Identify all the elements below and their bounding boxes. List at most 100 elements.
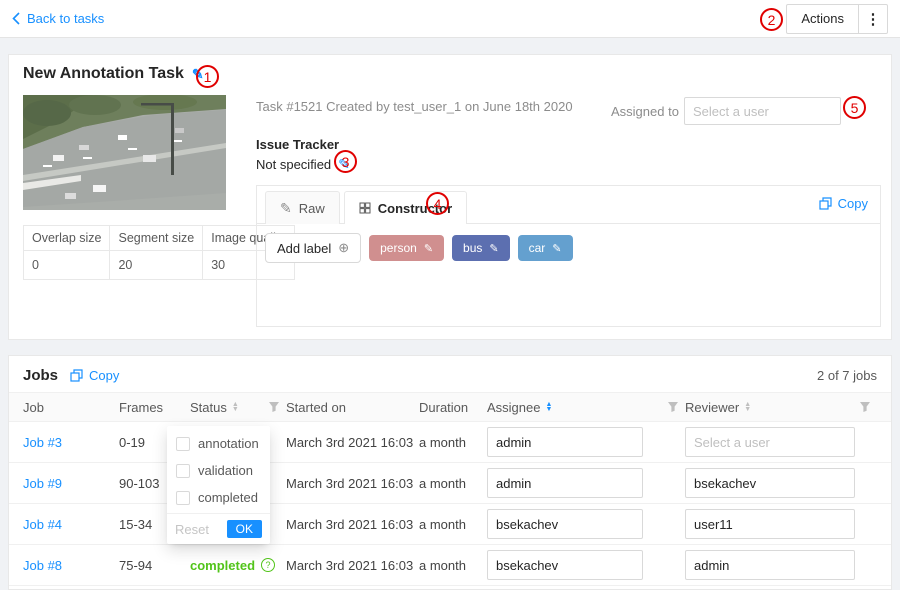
caret-down-icon: ▼ [744, 407, 751, 412]
column-status[interactable]: Status ▲▼ [190, 400, 286, 415]
param-header-overlap: Overlap size [24, 226, 110, 251]
status-filter-icon[interactable] [268, 401, 280, 413]
task-parameters-table: Overlap size Segment size Image quality … [23, 225, 295, 280]
task-title-row: New Annotation Task ✎ [23, 65, 204, 83]
filter-reset-button[interactable]: Reset [175, 522, 209, 537]
job-link[interactable]: Job #8 [23, 558, 119, 573]
job-started: March 3rd 2021 16:03 [286, 476, 419, 491]
job-started: March 3rd 2021 16:03 [286, 558, 419, 573]
job-reviewer-input[interactable] [685, 550, 855, 580]
assigned-to-label: Assigned to [611, 104, 679, 119]
label-badge-bus[interactable]: bus ✎ [452, 235, 510, 261]
param-header-segment: Segment size [110, 226, 203, 251]
actions-button[interactable]: Actions ⋮ [786, 4, 888, 34]
add-label-text: Add label [277, 241, 331, 256]
filter-option-annotation[interactable]: annotation [167, 430, 270, 457]
jobs-title: Jobs [23, 367, 58, 384]
task-meta-text: Task #1521 Created by test_user_1 on Jun… [256, 99, 573, 114]
job-link[interactable]: Job #3 [23, 435, 119, 450]
copy-jobs-link[interactable]: Copy [70, 368, 119, 383]
add-label-button[interactable]: Add label ⊕ [265, 233, 361, 263]
job-started: March 3rd 2021 16:03 [286, 517, 419, 532]
label-name: bus [463, 241, 482, 255]
label-badge-car[interactable]: car ✎ [518, 235, 573, 261]
tab-raw[interactable]: ✎ Raw [265, 191, 340, 224]
edit-title-icon[interactable]: ✎ [192, 66, 204, 83]
more-vertical-icon[interactable]: ⋮ [859, 5, 887, 33]
copy-labels-label: Copy [838, 196, 868, 211]
edit-label-icon[interactable]: ✎ [424, 242, 433, 255]
column-status-label: Status [190, 400, 227, 415]
column-frames: Frames [119, 400, 190, 415]
page-title: New Annotation Task [23, 65, 184, 83]
filter-option-validation[interactable]: validation [167, 457, 270, 484]
label-name: person [380, 241, 417, 255]
job-duration: a month [419, 517, 487, 532]
job-status: completed [190, 558, 255, 573]
jobs-count: 2 of 7 jobs [817, 368, 877, 383]
checkbox[interactable] [176, 491, 190, 505]
task-page: Back to tasks Actions ⋮ New Annotation T… [0, 0, 900, 590]
task-preview-image [23, 95, 226, 210]
job-link[interactable]: Job #4 [23, 517, 119, 532]
label-name: car [529, 241, 546, 255]
top-bar: Back to tasks Actions ⋮ [0, 0, 900, 38]
question-circle-icon[interactable]: ? [261, 558, 275, 572]
param-value-segment: 20 [110, 251, 203, 280]
job-assignee-input[interactable] [487, 468, 643, 498]
plus-circle-icon: ⊕ [338, 240, 349, 256]
assignee-filter-icon[interactable] [667, 401, 679, 413]
edit-label-icon[interactable]: ✎ [489, 242, 498, 255]
job-reviewer-input[interactable] [685, 509, 855, 539]
column-assignee[interactable]: Assignee ▲▼ [487, 400, 685, 415]
filter-ok-button[interactable]: OK [227, 520, 262, 538]
column-reviewer-label: Reviewer [685, 400, 739, 415]
filter-option-label: completed [198, 490, 258, 505]
filter-option-completed[interactable]: completed [167, 484, 270, 511]
job-reviewer-input[interactable] [685, 468, 855, 498]
table-row: Job #4 15-34 March 3rd 2021 16:03 a mont… [9, 504, 891, 545]
tab-constructor[interactable]: Constructor [344, 191, 467, 224]
task-assignee-input[interactable] [684, 97, 841, 125]
job-duration: a month [419, 435, 487, 450]
sort-carets[interactable]: ▲▼ [545, 402, 552, 412]
checkbox[interactable] [176, 464, 190, 478]
job-reviewer-input[interactable] [685, 427, 855, 457]
table-row: Job #9 90-103 March 3rd 2021 16:03 a mon… [9, 463, 891, 504]
job-assignee-input[interactable] [487, 550, 643, 580]
jobs-table-header: Job Frames Status ▲▼ Started on Duration… [9, 392, 891, 422]
column-reviewer[interactable]: Reviewer ▲▼ [685, 400, 877, 415]
caret-down-icon: ▼ [232, 407, 239, 412]
back-to-tasks-link[interactable]: Back to tasks [12, 11, 104, 26]
reviewer-filter-icon[interactable] [859, 401, 871, 413]
copy-labels-link[interactable]: Copy [819, 196, 868, 211]
sort-carets[interactable]: ▲▼ [232, 402, 239, 412]
jobs-card: Jobs Copy 2 of 7 jobs Job Frames Status … [8, 355, 892, 590]
column-duration: Duration [419, 400, 487, 415]
raw-edit-icon: ✎ [280, 200, 292, 217]
copy-icon [819, 197, 832, 210]
status-filter-dropdown: annotation validation completed Reset OK [167, 426, 270, 544]
table-row: Job #8 75-94 completed ? March 3rd 2021 … [9, 545, 891, 586]
issue-tracker-value: Not specified [256, 157, 331, 172]
chevron-left-icon [12, 12, 20, 25]
tab-raw-label: Raw [299, 201, 325, 216]
job-frames: 75-94 [119, 558, 190, 573]
job-assignee-input[interactable] [487, 509, 643, 539]
filter-footer: Reset OK [167, 513, 270, 544]
task-details-card: New Annotation Task ✎ [8, 54, 892, 340]
sort-carets[interactable]: ▲▼ [744, 402, 751, 412]
job-assignee-input[interactable] [487, 427, 643, 457]
table-row: Job #3 0-19 March 3rd 2021 16:03 a month [9, 422, 891, 463]
back-label: Back to tasks [27, 11, 104, 26]
column-started-on: Started on [286, 400, 419, 415]
job-link[interactable]: Job #9 [23, 476, 119, 491]
edit-issue-tracker-icon[interactable]: ✎ [338, 156, 350, 173]
issue-tracker-label: Issue Tracker [256, 137, 339, 152]
filter-option-label: annotation [198, 436, 259, 451]
filter-option-label: validation [198, 463, 253, 478]
edit-label-icon[interactable]: ✎ [552, 242, 561, 255]
constructor-icon [359, 202, 371, 214]
checkbox[interactable] [176, 437, 190, 451]
label-badge-person[interactable]: person ✎ [369, 235, 444, 261]
